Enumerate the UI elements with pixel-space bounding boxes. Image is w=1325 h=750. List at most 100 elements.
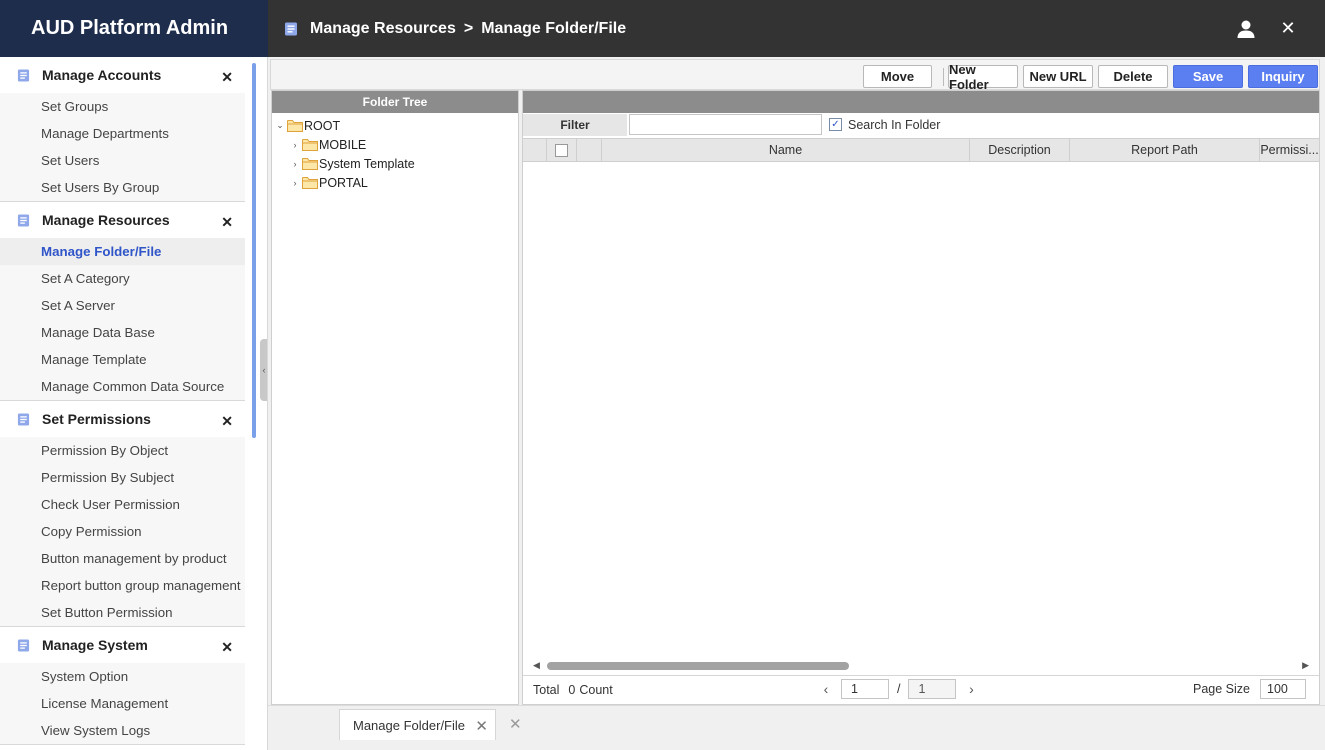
sidebar-item[interactable]: Check User Permission: [0, 491, 245, 518]
next-page-icon[interactable]: ›: [964, 681, 978, 697]
grid-column-header: Name Description Report Path Permissi...: [523, 138, 1319, 162]
search-in-folder-checkbox[interactable]: ✓: [829, 118, 842, 131]
folder-icon: [302, 158, 318, 170]
app-title: AUD Platform Admin: [0, 0, 268, 57]
close-icon[interactable]: ✕: [1277, 18, 1299, 40]
close-icon[interactable]: ✕: [221, 413, 233, 430]
inquiry-button[interactable]: Inquiry: [1248, 65, 1318, 88]
tree-node[interactable]: › PORTAL: [272, 173, 518, 192]
sidebar-item[interactable]: Copy Permission: [0, 518, 245, 545]
sidebar-scrollbar[interactable]: [252, 63, 256, 438]
sidebar-group-header[interactable]: Set Permissions ✕: [0, 401, 245, 437]
sidebar-group: Manage Resources ✕ Manage Folder/File Set A…: [0, 202, 245, 401]
sidebar-item[interactable]: Report button group management: [0, 572, 245, 599]
breadcrumb: Manage Resources > Manage Folder/File: [310, 20, 626, 38]
chevron-down-icon[interactable]: ⌄: [275, 120, 285, 131]
tree-node-root[interactable]: ⌄ ROOT: [272, 116, 518, 135]
tree-node[interactable]: › MOBILE: [272, 135, 518, 154]
grid-horizontal-scrollbar[interactable]: ◀ ▶: [523, 659, 1319, 673]
sidebar-group-title: Set Permissions: [42, 411, 151, 427]
select-all-checkbox[interactable]: [547, 139, 577, 161]
sidebar-group-header[interactable]: Manage Resources ✕: [0, 202, 245, 238]
tab-close-icon[interactable]: ✕: [475, 717, 488, 735]
sidebar-item[interactable]: System Option: [0, 663, 245, 690]
filter-row: Filter ✓ Search In Folder: [523, 113, 1319, 137]
pager: ‹ 1 / 1 ›: [819, 679, 978, 699]
tab-bar: Manage Folder/File ✕ ✕: [268, 705, 1325, 750]
chevron-right-icon[interactable]: ›: [290, 159, 300, 169]
sidebar-group: Set Permissions ✕ Permission By Object Perm…: [0, 401, 245, 627]
folder-tree-header: Folder Tree: [272, 91, 518, 113]
page-size-input[interactable]: 100: [1260, 679, 1306, 699]
sidebar-group-header[interactable]: Manage System ✕: [0, 627, 245, 663]
sidebar-collapse-handle[interactable]: ‹: [260, 339, 267, 401]
document-icon: [17, 213, 30, 227]
sidebar-item[interactable]: Manage Template: [0, 346, 245, 373]
tree-node-label: MOBILE: [319, 137, 367, 152]
sidebar-item[interactable]: Set Users By Group: [0, 174, 245, 201]
sidebar-item[interactable]: Set Users: [0, 147, 245, 174]
sidebar-item[interactable]: Permission By Object: [0, 437, 245, 464]
sidebar-group-title: Manage Accounts: [42, 67, 162, 83]
sidebar-item[interactable]: Manage Departments: [0, 120, 245, 147]
close-icon[interactable]: ✕: [221, 214, 233, 231]
delete-button[interactable]: Delete: [1098, 65, 1168, 88]
breadcrumb-separator: >: [463, 19, 474, 37]
tree-node[interactable]: › System Template: [272, 154, 518, 173]
user-icon[interactable]: [1235, 18, 1257, 40]
current-page-input[interactable]: 1: [841, 679, 889, 699]
sidebar-item[interactable]: View System Logs: [0, 717, 245, 744]
scroll-left-icon[interactable]: ◀: [533, 660, 540, 671]
chevron-right-icon[interactable]: ›: [290, 140, 300, 150]
folder-icon: [302, 177, 318, 189]
filter-label: Filter: [523, 114, 627, 136]
page-size: Page Size 100: [1193, 679, 1306, 699]
column-header-permission[interactable]: Permissi...: [1260, 139, 1319, 161]
sidebar-item[interactable]: Set A Category: [0, 265, 245, 292]
move-button[interactable]: Move: [863, 65, 932, 88]
column-header-report-path[interactable]: Report Path: [1070, 139, 1260, 161]
scroll-right-icon[interactable]: ▶: [1302, 660, 1309, 671]
tab-manage-folder-file[interactable]: Manage Folder/File ✕: [339, 709, 496, 740]
page-separator: /: [897, 682, 901, 696]
sidebar-group-header[interactable]: Manage Accounts ✕: [0, 57, 245, 93]
toolbar-divider: [943, 68, 944, 86]
scrollbar-thumb[interactable]: [547, 662, 849, 670]
close-icon[interactable]: ✕: [221, 69, 233, 86]
chevron-right-icon[interactable]: ›: [290, 178, 300, 188]
sidebar-item[interactable]: Button management by product: [0, 545, 245, 572]
document-icon: [17, 638, 30, 652]
folder-tree-panel: Folder Tree ⌄ ROOT › MOBILE › System Template…: [271, 90, 519, 705]
sidebar-item[interactable]: Permission By Subject: [0, 464, 245, 491]
sidebar-item[interactable]: Set Button Permission: [0, 599, 245, 626]
search-in-folder-label: Search In Folder: [848, 118, 941, 132]
file-grid-panel: Filter ✓ Search In Folder Name Descripti…: [522, 90, 1320, 705]
breadcrumb-parent[interactable]: Manage Resources: [310, 20, 456, 38]
sidebar-item[interactable]: Manage Folder/File: [0, 238, 245, 265]
sidebar-group-title: Manage Resources: [42, 212, 170, 228]
sidebar-item[interactable]: License Management: [0, 690, 245, 717]
column-header-name[interactable]: Name: [602, 139, 970, 161]
new-url-button[interactable]: New URL: [1023, 65, 1093, 88]
close-all-tabs-icon[interactable]: ✕: [509, 715, 522, 733]
filter-input[interactable]: [629, 114, 822, 135]
sidebar-item[interactable]: Manage Data Base: [0, 319, 245, 346]
folder-icon: [302, 139, 318, 151]
row-indicator-header: [523, 139, 547, 161]
new-folder-button[interactable]: New Folder: [948, 62, 1018, 92]
sidebar-item[interactable]: Manage Common Data Source: [0, 373, 245, 400]
sidebar-item[interactable]: Set A Server: [0, 292, 245, 319]
top-bar: Manage Resources > Manage Folder/File ✕: [268, 0, 1325, 57]
column-header-description[interactable]: Description: [970, 139, 1070, 161]
save-button[interactable]: Save: [1173, 65, 1243, 88]
document-icon: [285, 22, 297, 35]
close-icon[interactable]: ✕: [221, 639, 233, 656]
sidebar-item[interactable]: Set Groups: [0, 93, 245, 120]
toolbar: Move New Folder New URL Delete Save Inqu…: [270, 59, 1320, 92]
prev-page-icon[interactable]: ‹: [819, 681, 833, 697]
total-value: 0: [568, 683, 576, 697]
count-label: Count: [579, 683, 613, 697]
total-count: Total 0 Count: [533, 683, 613, 697]
tree-node-label: PORTAL: [319, 175, 368, 190]
sidebar-group: Manage System ✕ System Option License Manag…: [0, 627, 245, 745]
